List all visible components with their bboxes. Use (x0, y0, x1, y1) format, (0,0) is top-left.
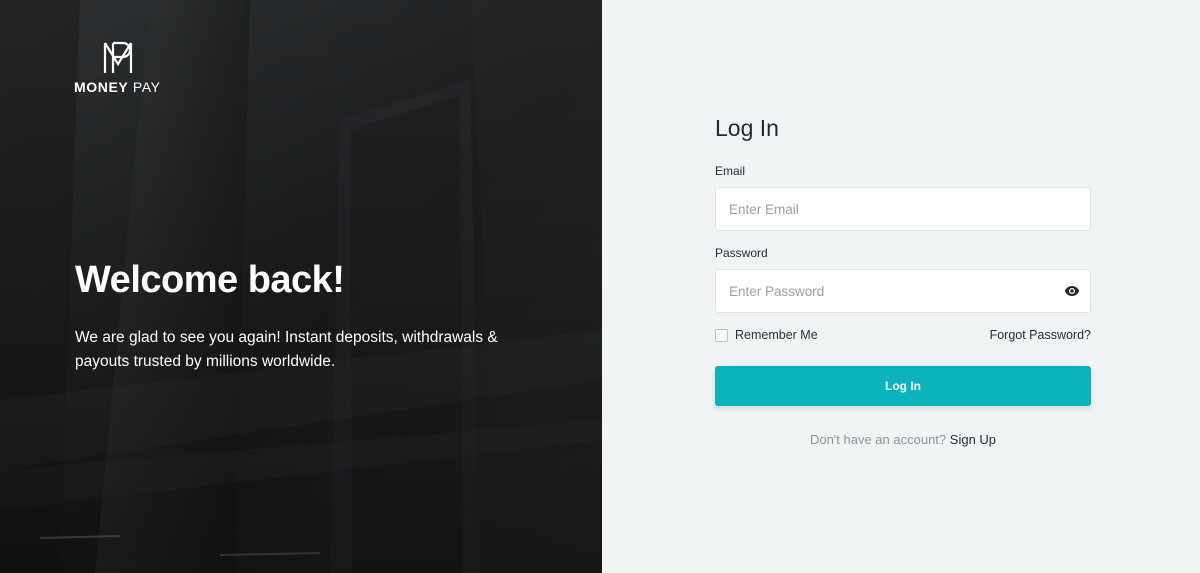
email-field[interactable] (716, 188, 1090, 230)
welcome-title: Welcome back! (75, 259, 345, 301)
forgot-password-link[interactable]: Forgot Password? (990, 328, 1091, 342)
password-field[interactable] (716, 270, 1090, 312)
brand-logo[interactable]: MONEY PAY (74, 40, 164, 100)
login-title: Log In (715, 115, 779, 141)
brand-name: MONEY PAY (74, 79, 161, 95)
eye-icon[interactable] (1064, 284, 1080, 298)
remember-me-checkbox[interactable] (715, 329, 728, 342)
mp-monogram-icon (103, 41, 133, 73)
hero-panel: MONEY PAY Welcome back! We are glad to s… (0, 0, 602, 573)
brand-name-regular: PAY (132, 79, 161, 95)
brand-name-bold: MONEY (74, 79, 129, 95)
signup-link[interactable]: Sign Up (950, 432, 996, 447)
signup-row: Don't have an account? Sign Up (715, 432, 1091, 447)
password-field-container (715, 269, 1091, 313)
welcome-subtitle: We are glad to see you again! Instant de… (75, 329, 498, 370)
email-label: Email (715, 164, 746, 178)
remember-me-label: Remember Me (735, 328, 818, 342)
login-button[interactable]: Log In (715, 366, 1091, 406)
login-panel: Log In Email Password Remember Me Forgot… (602, 0, 1200, 573)
password-label: Password (715, 246, 768, 260)
email-field-container (715, 187, 1091, 231)
signup-prompt: Don't have an account? (809, 432, 947, 447)
